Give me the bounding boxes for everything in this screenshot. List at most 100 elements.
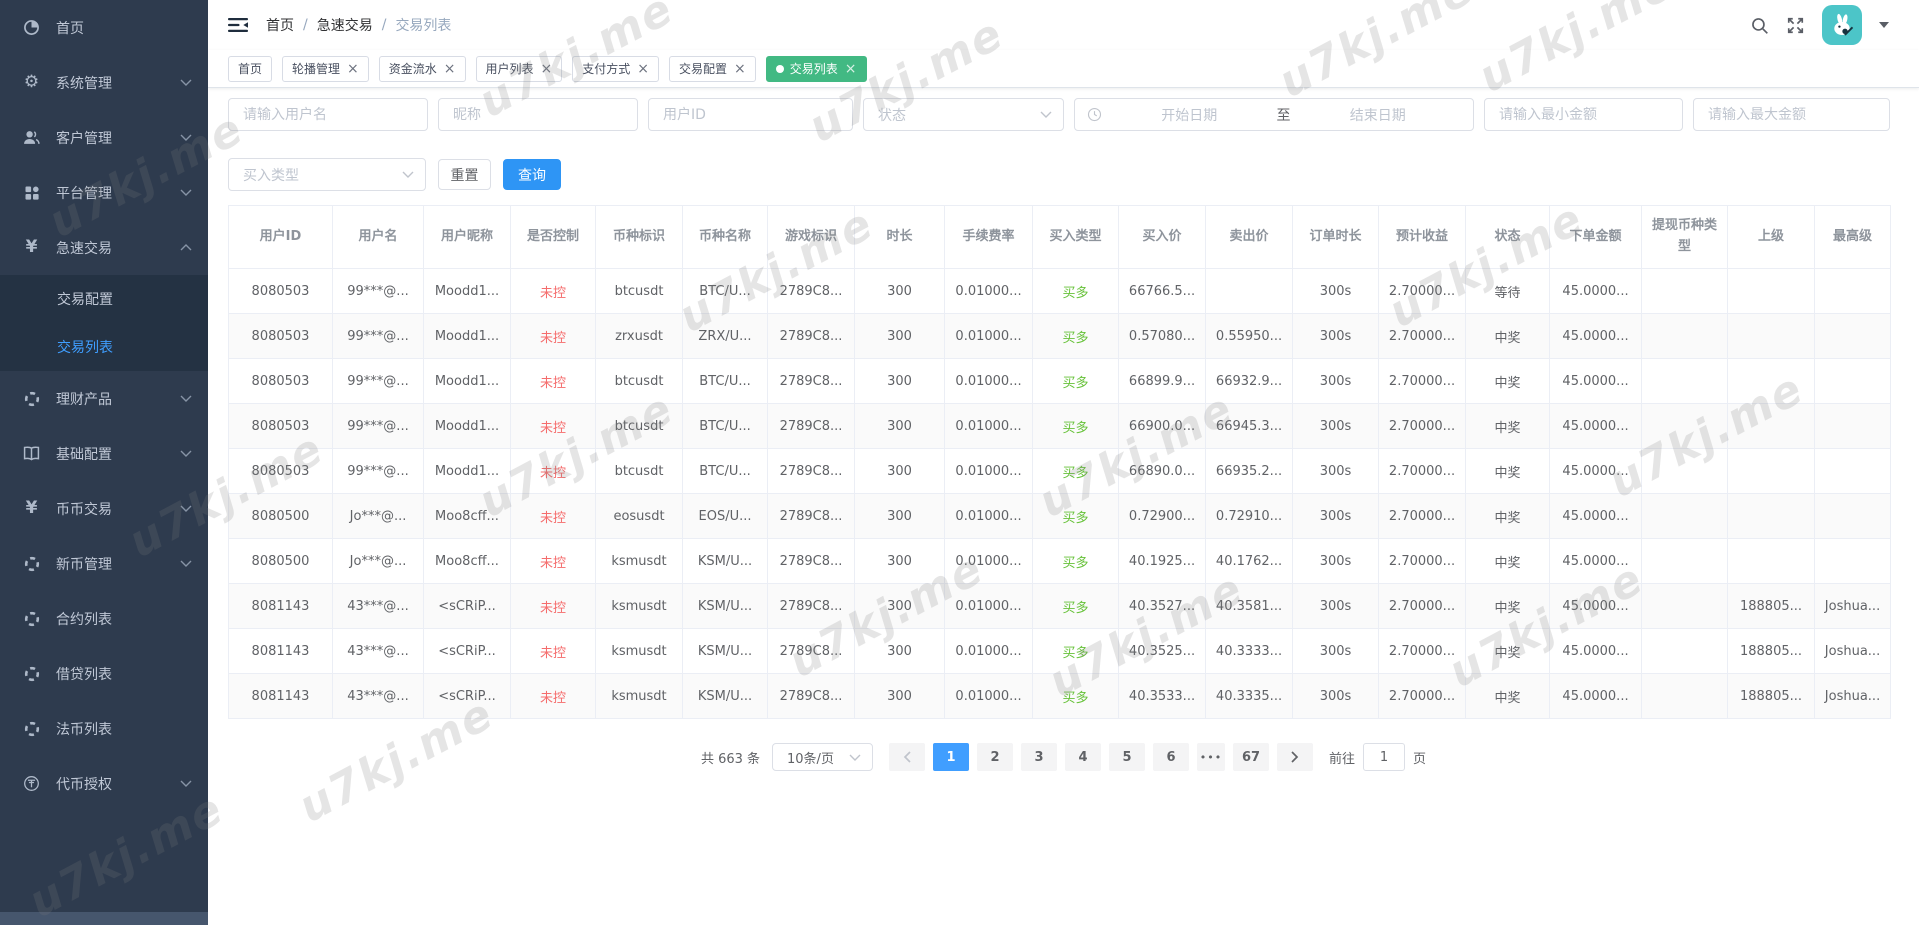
table-cell: btcusdt [596,359,683,404]
table-cell: 43***@... [333,584,424,629]
table-cell: btcusdt [596,449,683,494]
tab-trade-config[interactable]: 交易配置× [669,56,756,82]
start-date-placeholder[interactable]: 开始日期 [1106,105,1273,125]
table-row: 808114343***@...<sCRiP...未控ksmusdtKSM/U.… [229,674,1891,719]
table-cell [1642,674,1728,719]
sidebar-subitem-label: 交易配置 [57,289,113,309]
sidebar-item-express-trade[interactable]: ¥急速交易 [0,220,208,275]
tab-user-list[interactable]: 用户列表× [476,56,563,82]
page-size-select[interactable]: 10条/页 [772,743,873,771]
sidebar-item-contract-list[interactable]: 合约列表 [0,591,208,646]
pagination-ellipsis[interactable]: ••• [1197,743,1225,771]
breadcrumb-item-home[interactable]: 首页 [266,15,294,35]
sidebar-item-coin-trade[interactable]: ¥币币交易 [0,481,208,536]
nickname-input[interactable] [438,98,638,131]
tab-close-icon[interactable]: × [845,62,857,76]
userid-input[interactable] [648,98,853,131]
tab-carousel-mgmt[interactable]: 轮播管理× [282,56,369,82]
max-amount-input[interactable] [1693,98,1890,131]
table-cell: 买多 [1033,539,1119,584]
sidebar-item-wealth-products[interactable]: 理财产品 [0,371,208,426]
table-cell: 中奖 [1466,674,1550,719]
table-cell: 8080503 [229,449,333,494]
sidebar-item-label: 代币授权 [56,774,180,794]
table-cell: 2.70000... [1379,359,1466,404]
table-cell: Moo8cff... [424,539,511,584]
sidebar-item-fiat-list[interactable]: 法币列表 [0,701,208,756]
sidebar-item-system-mgmt[interactable]: ⚙系统管理 [0,55,208,110]
table-cell: 45.0000... [1550,674,1642,719]
tab-home[interactable]: 首页 [228,56,272,82]
breadcrumb-item-express-trade[interactable]: 急速交易 [317,15,373,35]
sidebar-item-customer-mgmt[interactable]: 客户管理 [0,110,208,165]
sidebar-item-platform-mgmt[interactable]: 平台管理 [0,165,208,220]
sidebar-subitem-trade-config[interactable]: 交易配置 [0,275,208,323]
sidebar-item-loan-list[interactable]: 借贷列表 [0,646,208,701]
column-header: 卖出价 [1206,206,1293,269]
sidebar-collapse-bar[interactable] [0,912,208,925]
navbar-actions [1750,5,1889,45]
table-cell: 300s [1293,269,1379,314]
sidebar-item-token-auth[interactable]: 代币授权 [0,756,208,811]
user-menu-caret-icon[interactable] [1879,22,1889,28]
date-range-picker[interactable]: 开始日期 至 结束日期 [1074,98,1474,131]
table-cell [1642,449,1728,494]
buy-type-select[interactable]: 买入类型 [228,158,426,191]
prev-page-button[interactable] [889,743,925,771]
fullscreen-icon[interactable] [1786,16,1805,35]
min-amount-input[interactable] [1484,98,1683,131]
table-cell: <sCRiP... [424,674,511,719]
tab-close-icon[interactable]: × [541,62,553,76]
status-select[interactable]: 状态 [863,98,1064,131]
tab-payment-method[interactable]: 支付方式× [572,56,659,82]
sidebar-item-home[interactable]: 首页 [0,0,208,55]
sidebar-fold-icon[interactable] [228,17,248,33]
tab-close-icon[interactable]: × [444,62,456,76]
table-cell: Moodd1... [424,359,511,404]
table-cell: Moodd1... [424,449,511,494]
table-row: 808050399***@...Moodd1...未控btcusdtBTC/U.… [229,404,1891,449]
table-cell: 40.1762... [1206,539,1293,584]
table-cell: 2789C8... [768,494,855,539]
tab-close-icon[interactable]: × [734,62,746,76]
end-date-placeholder[interactable]: 结束日期 [1295,105,1462,125]
trade-table-wrap: 用户ID用户名用户昵称是否控制币种标识币种名称游戏标识时长手续费率买入类型买入价… [228,205,1899,719]
page-button-5[interactable]: 5 [1109,743,1145,771]
page-button-1[interactable]: 1 [933,743,969,771]
avatar[interactable] [1822,5,1862,45]
column-header: 上级 [1728,206,1815,269]
page-button-3[interactable]: 3 [1021,743,1057,771]
goto-page-input[interactable] [1363,743,1405,771]
page-button-6[interactable]: 6 [1153,743,1189,771]
sidebar-item-new-coin-mgmt[interactable]: 新币管理 [0,536,208,591]
table-cell: 0.01000... [945,404,1033,449]
table-cell: 300s [1293,674,1379,719]
table-cell [1815,494,1891,539]
page-button-2[interactable]: 2 [977,743,1013,771]
search-button[interactable]: 查询 [503,159,561,190]
table-cell: 未控 [511,314,596,359]
table-cell: 66899.9... [1119,359,1206,404]
table-cell: 0.01000... [945,449,1033,494]
sidebar-subitem-trade-list[interactable]: 交易列表 [0,323,208,371]
table-cell: 中奖 [1466,359,1550,404]
next-page-button[interactable] [1277,743,1313,771]
page-button-4[interactable]: 4 [1065,743,1101,771]
tab-close-icon[interactable]: × [347,62,359,76]
tab-fund-flow[interactable]: 资金流水× [379,56,466,82]
table-cell: Moodd1... [424,404,511,449]
table-cell: 40.3581... [1206,584,1293,629]
sidebar-item-basic-config[interactable]: 基础配置 [0,426,208,481]
tab-close-icon[interactable]: × [637,62,649,76]
filter-row-1: 状态 开始日期 至 结束日期 [228,98,1899,131]
column-header: 手续费率 [945,206,1033,269]
username-input[interactable] [228,98,428,131]
table-cell: 买多 [1033,584,1119,629]
tab-trade-list[interactable]: 交易列表× [766,56,867,82]
table-cell: Moodd1... [424,314,511,359]
table-cell [1728,494,1815,539]
reset-button[interactable]: 重置 [438,159,491,190]
search-icon[interactable] [1750,16,1769,35]
table-cell: 0.72910... [1206,494,1293,539]
page-button-67[interactable]: 67 [1233,743,1269,771]
